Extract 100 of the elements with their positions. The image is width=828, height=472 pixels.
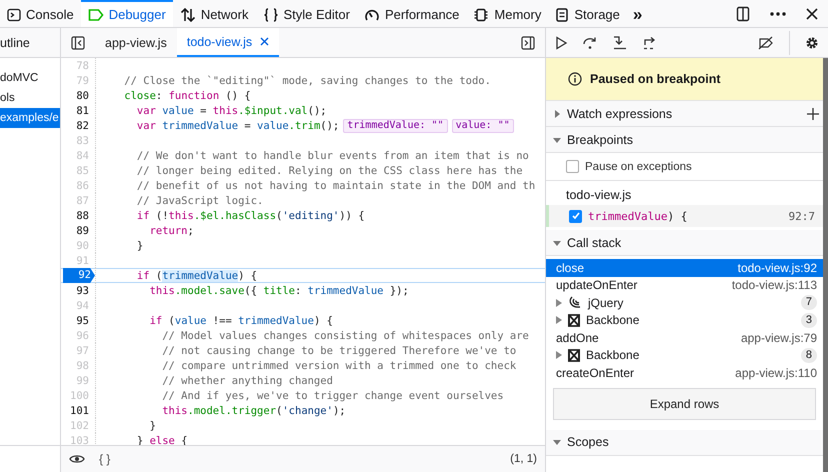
breakpoint-code: trimmedValue) { (588, 210, 688, 222)
frame-name: close (556, 260, 584, 275)
call-stack-frame[interactable]: Backbone 3 (546, 312, 823, 329)
line-number: 103 (70, 434, 90, 445)
expand-rows-button[interactable]: Expand rows (553, 388, 816, 420)
line-number: 84 (76, 150, 90, 162)
toolbox-tab[interactable]: Console (0, 0, 81, 27)
collapsed-triangle-icon (556, 298, 562, 307)
overflow-button[interactable]: » (626, 0, 648, 27)
line-number: 86 (76, 180, 90, 192)
step-in-icon[interactable] (612, 36, 628, 50)
section-header[interactable]: Watch expressions (546, 101, 823, 127)
line-number: 88 (76, 210, 90, 222)
storage-icon (555, 8, 570, 22)
breakpoint-marker[interactable]: 92 (63, 268, 95, 283)
gauge-icon (364, 8, 380, 22)
code-line: // whether anything changed (161, 374, 333, 386)
section-header[interactable]: Call stack (546, 230, 823, 256)
toolbox-tab[interactable]: Style Editor (256, 0, 357, 27)
code-line: } else { (136, 434, 188, 445)
eye-icon[interactable] (69, 453, 85, 465)
code-line: } (136, 240, 144, 252)
deactivate-breakpoints-icon[interactable] (757, 36, 775, 50)
line-number: 87 (76, 194, 90, 206)
section-title: Call stack (567, 236, 622, 250)
source-tree-item[interactable]: examples/e (0, 108, 60, 128)
frame-group-name: jQuery (588, 296, 624, 310)
checkbox[interactable] (569, 210, 582, 222)
settings-icon[interactable] (804, 34, 820, 50)
add-icon[interactable] (807, 108, 819, 120)
section-header[interactable]: Scopes (546, 430, 823, 456)
section-header[interactable]: Breakpoints (546, 127, 823, 153)
toolbox-tab[interactable]: Network (172, 0, 256, 27)
frame-location: todo-view.js:113 (732, 278, 817, 292)
sidebar-toggle-icon[interactable] (521, 36, 535, 50)
frame-name: updateOnEnter (556, 278, 638, 292)
play-icon[interactable] (554, 36, 568, 50)
collapsed-triangle-icon (556, 351, 562, 360)
frame-location: app-view.js:110 (735, 366, 817, 380)
code-line: // JavaScript logic. (136, 194, 264, 206)
hourglass-icon (568, 314, 580, 327)
line-number: 83 (76, 134, 90, 146)
hourglass-icon (568, 348, 580, 362)
chip-icon (473, 8, 490, 22)
code-line: // benefit of us not having to maintain state in the DOM and th (136, 180, 536, 192)
frame-location: app-view.js:79 (740, 330, 817, 345)
arrows-icon (180, 8, 196, 22)
toolbox-tab[interactable]: Storage (548, 0, 627, 27)
line-number: 101 (70, 404, 90, 416)
call-stack-frame[interactable]: jQuery 7 (546, 294, 823, 312)
call-stack-frame[interactable]: addOne app-view.js:79 (546, 329, 823, 346)
close-icon[interactable] (805, 6, 819, 20)
line-number: 80 (76, 90, 90, 102)
line-number: 85 (76, 164, 90, 176)
call-stack-frame[interactable]: Backbone 8 (546, 346, 823, 364)
frame-group-name: Backbone (586, 313, 640, 328)
code-line: var value = this.$input.val(); (136, 104, 327, 116)
dock-icon[interactable] (735, 6, 751, 22)
tag-icon (88, 8, 104, 22)
code-line: close: function () { (123, 90, 251, 102)
cursor-position: (1, 1) (510, 453, 537, 465)
console-icon (7, 8, 21, 22)
checkbox-label: Pause on exceptions (585, 160, 692, 172)
toolbox-tab[interactable]: Memory (466, 0, 548, 27)
code-line: // Close the `"editing"` mode, saving changes to the todo. (123, 74, 491, 86)
toolbox-tab[interactable]: Performance (356, 0, 466, 27)
line-number: 95 (76, 314, 90, 326)
call-stack-frame[interactable]: createOnEnter app-view.js:110 (546, 364, 823, 382)
breakpoint-file: todo-view.js (565, 187, 632, 204)
code-line: this.model.trigger('change'); (161, 404, 346, 416)
frame-name: addOne (556, 330, 599, 345)
line-number: 93 (76, 284, 90, 296)
file-tab[interactable]: todo-view.js (176, 28, 280, 57)
source-tree-item[interactable]: ols (0, 88, 60, 108)
section-title: Breakpoints (567, 132, 634, 146)
section-title: Scopes (567, 435, 609, 449)
step-over-icon[interactable] (582, 36, 598, 50)
line-number: 97 (76, 344, 90, 356)
call-stack-frame[interactable]: updateOnEnter todo-view.js:113 (546, 276, 823, 294)
frame-group-name: Backbone (586, 348, 640, 362)
info-icon (568, 72, 582, 86)
file-tab[interactable]: app-view.js (95, 28, 177, 57)
checkbox[interactable] (566, 160, 579, 173)
source-tree-item[interactable]: doMVC (0, 68, 60, 88)
call-stack-frame[interactable]: close todo-view.js:92 (546, 259, 823, 276)
swirl-icon (568, 296, 582, 310)
line-number: 89 (76, 224, 90, 236)
frame-count: 8 (800, 348, 817, 363)
code-line: // Model values changes consisting of whitespaces only are (161, 330, 529, 342)
toolbox-tab[interactable]: Debugger (80, 0, 173, 27)
code-line: if (trimmedValue) { (136, 270, 258, 282)
sidebar-toggle-icon[interactable] (71, 36, 85, 50)
pretty-print-button[interactable]: { } (93, 451, 116, 467)
code-line: // compare untrimmed version with a trimmed one to check (161, 360, 516, 372)
braces-icon (262, 8, 278, 22)
code-line: } (148, 420, 156, 432)
line-number: 100 (70, 390, 90, 402)
line-number: 96 (76, 330, 90, 342)
line-number: 82 (76, 120, 90, 132)
code-line: // longer being edited. Relying on the CSS class here has the (136, 164, 523, 176)
